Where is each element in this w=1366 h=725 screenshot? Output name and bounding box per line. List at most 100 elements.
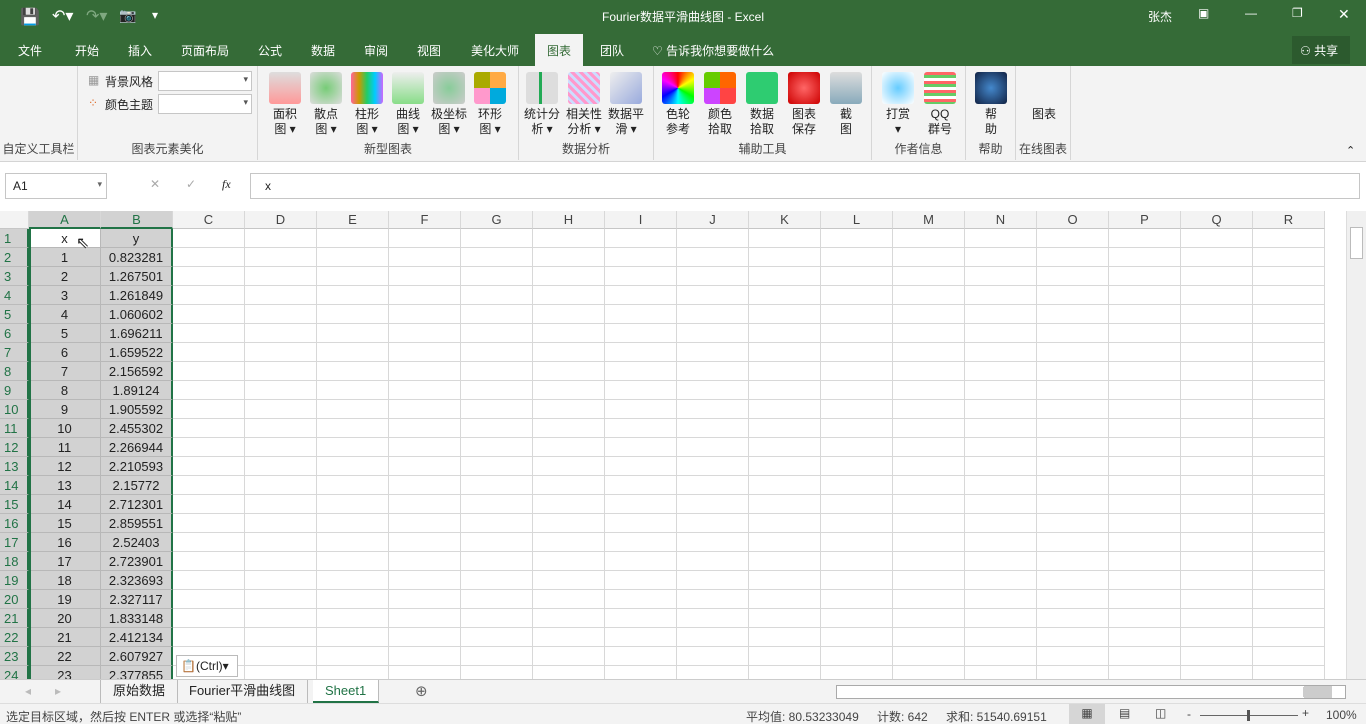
cell[interactable] xyxy=(173,609,245,628)
cell[interactable] xyxy=(605,400,677,419)
cell[interactable] xyxy=(1253,552,1325,571)
cell[interactable] xyxy=(1253,362,1325,381)
cell[interactable] xyxy=(389,381,461,400)
vertical-scrollbar[interactable] xyxy=(1346,211,1366,679)
cell[interactable] xyxy=(533,419,605,438)
column-header-Q[interactable]: Q xyxy=(1181,211,1253,229)
table-cell[interactable]: 12 xyxy=(29,457,101,476)
table-cell[interactable]: 20 xyxy=(29,609,101,628)
cell[interactable] xyxy=(821,324,893,343)
cell[interactable] xyxy=(1109,343,1181,362)
cell[interactable] xyxy=(389,552,461,571)
cell[interactable] xyxy=(749,343,821,362)
cell[interactable] xyxy=(533,248,605,267)
row-header[interactable]: 7 xyxy=(0,343,29,362)
zoom-slider-thumb[interactable] xyxy=(1247,710,1250,721)
cell[interactable] xyxy=(893,666,965,679)
cell[interactable] xyxy=(1037,305,1109,324)
qq-group-button[interactable]: QQ 群号 xyxy=(920,72,960,137)
cell[interactable] xyxy=(605,533,677,552)
cell[interactable] xyxy=(893,476,965,495)
zoom-slider[interactable] xyxy=(1200,710,1298,721)
cell[interactable] xyxy=(677,400,749,419)
cell[interactable] xyxy=(1037,514,1109,533)
cell[interactable] xyxy=(677,647,749,666)
cell[interactable] xyxy=(893,229,965,248)
color-theme-dropdown[interactable] xyxy=(158,94,252,114)
cell[interactable] xyxy=(1037,533,1109,552)
cell[interactable] xyxy=(965,229,1037,248)
cell[interactable] xyxy=(533,438,605,457)
cell[interactable] xyxy=(317,305,389,324)
cell[interactable] xyxy=(749,438,821,457)
column-header-R[interactable]: R xyxy=(1253,211,1325,229)
cell[interactable] xyxy=(605,457,677,476)
cell[interactable] xyxy=(245,286,317,305)
cell[interactable] xyxy=(389,286,461,305)
cell[interactable] xyxy=(749,495,821,514)
cell[interactable] xyxy=(1253,476,1325,495)
cell[interactable] xyxy=(893,248,965,267)
cell[interactable] xyxy=(677,552,749,571)
cell[interactable] xyxy=(749,267,821,286)
cell[interactable] xyxy=(1253,267,1325,286)
cell[interactable] xyxy=(1037,628,1109,647)
cancel-icon[interactable]: ✕ xyxy=(150,177,160,191)
cell[interactable] xyxy=(317,666,389,679)
cell[interactable] xyxy=(1037,419,1109,438)
row-header[interactable]: 12 xyxy=(0,438,29,457)
cell[interactable] xyxy=(317,248,389,267)
cell[interactable] xyxy=(533,514,605,533)
cell[interactable] xyxy=(1037,343,1109,362)
cell[interactable] xyxy=(1253,343,1325,362)
name-box[interactable]: A1 ▾ xyxy=(5,173,107,199)
cell[interactable] xyxy=(749,457,821,476)
cell[interactable] xyxy=(749,590,821,609)
cell[interactable] xyxy=(533,286,605,305)
table-cell[interactable]: 2.210593 xyxy=(101,457,173,476)
cell[interactable] xyxy=(317,533,389,552)
user-name[interactable]: 张杰 xyxy=(1148,8,1172,25)
polar-chart-button[interactable]: 极坐标图 ▾ xyxy=(429,72,469,137)
cell[interactable] xyxy=(173,533,245,552)
add-sheet-icon[interactable]: ⊕ xyxy=(415,682,428,700)
table-cell[interactable]: 1.267501 xyxy=(101,267,173,286)
table-cell[interactable]: 1 xyxy=(29,248,101,267)
cell[interactable] xyxy=(677,381,749,400)
cell[interactable] xyxy=(1109,666,1181,679)
column-header-C[interactable]: C xyxy=(173,211,245,229)
cell[interactable] xyxy=(1181,457,1253,476)
cell[interactable] xyxy=(893,609,965,628)
cell[interactable] xyxy=(389,647,461,666)
prev-sheet-icon[interactable]: ◂ xyxy=(25,684,31,698)
cell[interactable] xyxy=(173,229,245,248)
cell[interactable] xyxy=(173,438,245,457)
cell[interactable] xyxy=(389,324,461,343)
table-cell[interactable]: 1.905592 xyxy=(101,400,173,419)
cell[interactable] xyxy=(389,438,461,457)
page-layout-view-icon[interactable]: ▤ xyxy=(1119,706,1130,720)
cell[interactable] xyxy=(461,533,533,552)
cell[interactable] xyxy=(461,324,533,343)
cell[interactable] xyxy=(821,362,893,381)
cell[interactable] xyxy=(173,590,245,609)
cell[interactable] xyxy=(893,324,965,343)
row-header[interactable]: 13 xyxy=(0,457,29,476)
cell[interactable] xyxy=(605,609,677,628)
cell[interactable] xyxy=(1109,419,1181,438)
sheet-tab-sheet1[interactable]: Sheet1 xyxy=(313,680,380,703)
cell[interactable] xyxy=(1181,609,1253,628)
cell[interactable] xyxy=(605,324,677,343)
cell[interactable] xyxy=(245,552,317,571)
cell[interactable] xyxy=(1253,666,1325,679)
cell[interactable] xyxy=(965,533,1037,552)
cell[interactable] xyxy=(1253,286,1325,305)
cell[interactable] xyxy=(317,229,389,248)
table-cell[interactable]: 1.833148 xyxy=(101,609,173,628)
row-header[interactable]: 21 xyxy=(0,609,29,628)
tab-file[interactable]: 文件 xyxy=(18,42,42,59)
column-header-N[interactable]: N xyxy=(965,211,1037,229)
table-cell[interactable]: y xyxy=(101,229,173,248)
cell[interactable] xyxy=(1253,438,1325,457)
table-cell[interactable]: 2.266944 xyxy=(101,438,173,457)
